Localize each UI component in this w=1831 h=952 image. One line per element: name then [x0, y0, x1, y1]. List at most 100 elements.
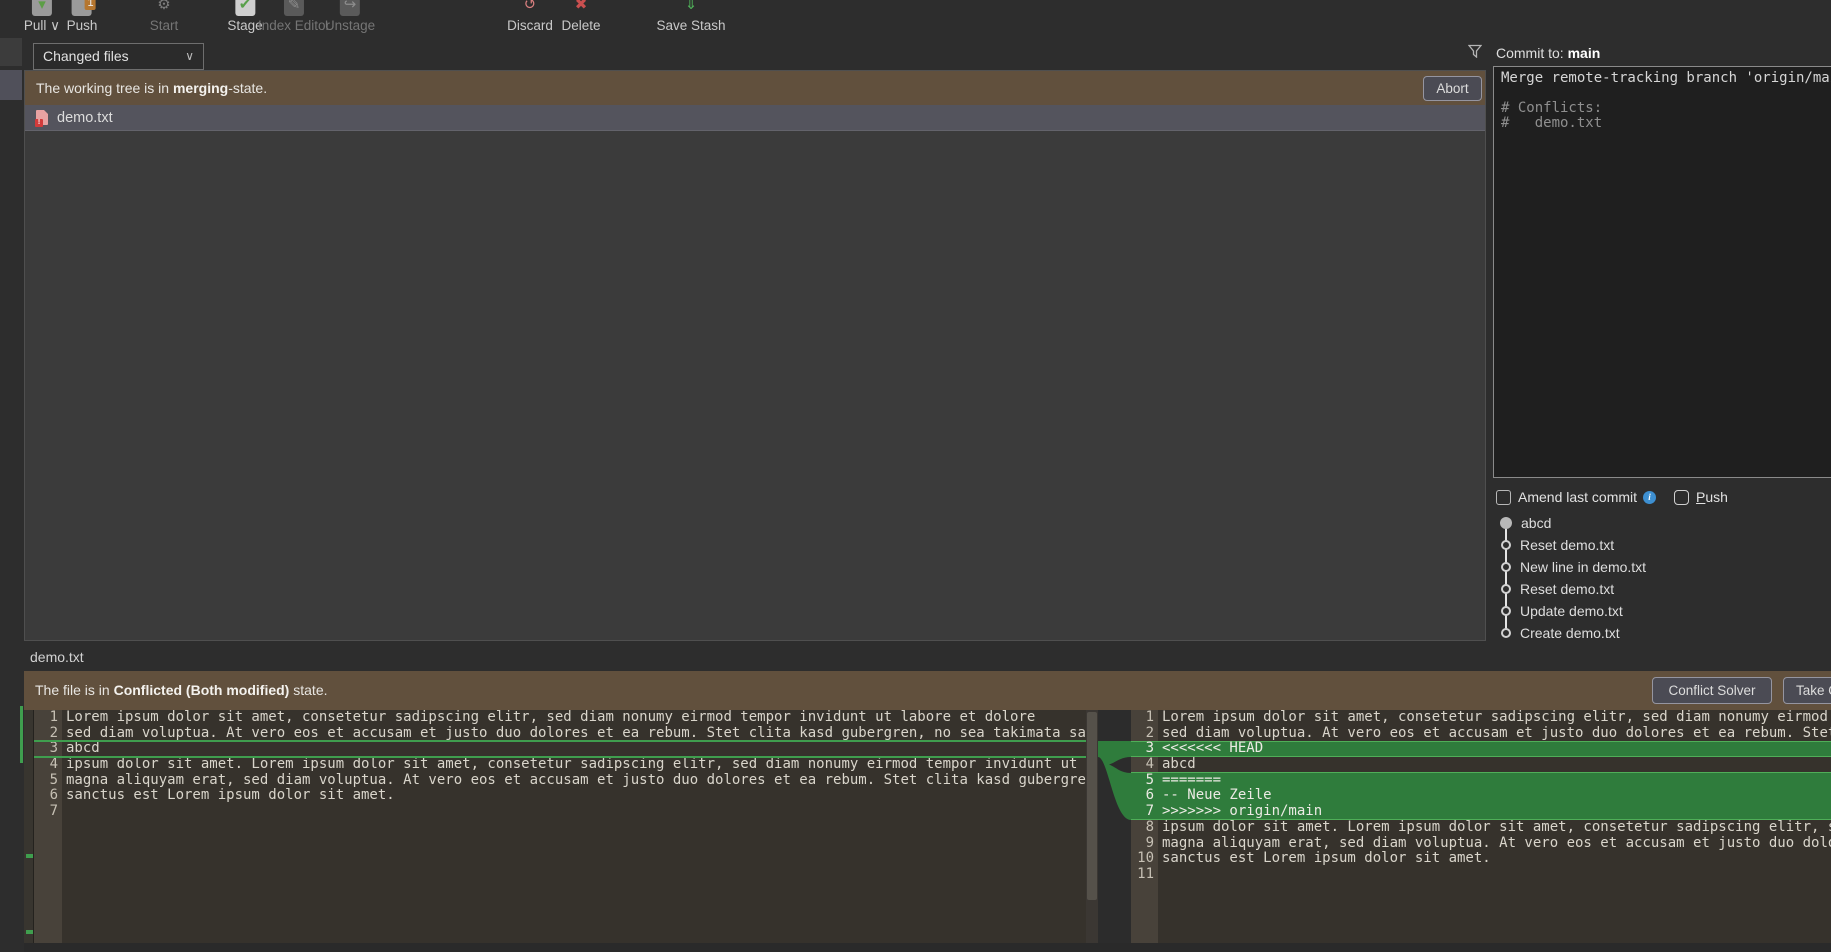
toolbar-item-unstage[interactable]: ↪Unstage [325, 0, 375, 38]
toolbar-item-save-stash[interactable]: ⇓Save Stash [656, 0, 725, 38]
commit-message-line: Merge remote-tracking branch 'origin/mai… [1501, 71, 1831, 86]
toolbar-item-label: Start [150, 18, 179, 33]
diff-left-text[interactable]: Lorem ipsum dolor sit amet, consetetur s… [62, 710, 1086, 952]
banner-state-word: merging [173, 80, 228, 96]
diff-line [1162, 867, 1831, 883]
commit-history-row[interactable]: Create demo.txt [1493, 622, 1831, 644]
diff-line: sanctus est Lorem ipsum dolor sit amet. [1162, 851, 1831, 867]
toolbar-item-discard[interactable]: ↺Discard [507, 0, 553, 38]
commit-node-current-icon [1500, 517, 1512, 529]
pull-icon-glyph: ▾ [32, 0, 52, 16]
conflict-marker-line [34, 740, 1086, 742]
push-checkbox[interactable] [1674, 490, 1689, 505]
delete-icon: ✖ [561, 0, 600, 17]
state-text-post: state. [289, 682, 327, 698]
file-state-banner: The file is in Conflicted (Both modified… [24, 671, 1831, 710]
toolbar-item-pull[interactable]: ▾ Pull ∨ [24, 0, 60, 38]
diff-line: <<<<<<< HEAD [1162, 741, 1831, 757]
diff-line-number: 9 [1131, 836, 1158, 852]
commit-history-list: abcd Reset demo.txt New line in demo.txt Re… [1493, 512, 1831, 644]
commit-history-row[interactable]: abcd [1493, 512, 1831, 534]
amend-last-commit-label: Amend last commit [1518, 489, 1637, 505]
toolbar-item-label: Pull ∨ [24, 18, 60, 34]
conflict-wedge [1098, 710, 1131, 952]
diff-line: ======= [1162, 773, 1831, 789]
push-label-mnemonic: P [1696, 489, 1705, 505]
changed-files-dropdown[interactable]: Changed files ∨ [33, 43, 204, 70]
diff-line [66, 804, 1086, 820]
banner-text: The working tree is in [36, 80, 173, 96]
discard-icon: ↺ [507, 0, 553, 17]
diff-line-number: 4 [1131, 757, 1158, 773]
commit-history-row[interactable]: Reset demo.txt [1493, 534, 1831, 556]
abort-button[interactable]: Abort [1423, 76, 1482, 101]
commit-message-editor[interactable]: Merge remote-tracking branch 'origin/mai… [1493, 66, 1831, 478]
take-button[interactable]: Take Ou [1783, 677, 1831, 704]
commit-node-icon [1501, 540, 1511, 550]
toolbar-item-label: Index Editor [258, 18, 330, 33]
diff-left-scrollbar[interactable] [1086, 710, 1098, 952]
commit-history-row[interactable]: Update demo.txt [1493, 600, 1831, 622]
push-label-rest: ush [1705, 489, 1728, 505]
diff-line: ipsum dolor sit amet. Lorem ipsum dolor … [1162, 820, 1831, 836]
commit-node-icon [1501, 562, 1511, 572]
edge-change-indicator [20, 706, 23, 763]
diff-line: Lorem ipsum dolor sit amet, consetetur s… [1162, 710, 1831, 726]
left-strip-block [0, 38, 22, 66]
diff-line-number: 11 [1131, 867, 1158, 883]
diff-line-number: 8 [1131, 820, 1158, 836]
toolbar-item-push[interactable]: 1Push [67, 0, 98, 38]
save-stash-icon: ⇓ [656, 0, 725, 17]
file-row-demo-txt[interactable]: ! demo.txt [25, 105, 1485, 131]
diff-line-number: 2 [1131, 726, 1158, 742]
diff-line: magna aliquyam erat, sed diam voluptua. … [1162, 836, 1831, 852]
conflict-solver-button[interactable]: Conflict Solver [1652, 677, 1772, 704]
diff-left-minimap[interactable] [24, 710, 34, 952]
push-icon: 1 [67, 0, 98, 17]
diff-left-line-numbers: 1234567 [34, 710, 62, 952]
state-text: The file is in [35, 682, 114, 698]
diff-line-number: 10 [1131, 851, 1158, 867]
minimap-change-mark [26, 930, 33, 934]
info-icon[interactable]: i [1643, 491, 1656, 504]
diff-line: sed diam voluptua. At vero eos et accusa… [1162, 726, 1831, 742]
commit-history-row[interactable]: Reset demo.txt [1493, 578, 1831, 600]
commit-branch-name: main [1568, 45, 1601, 61]
commit-message-label: Reset demo.txt [1520, 537, 1614, 553]
commit-message-label: Reset demo.txt [1520, 581, 1614, 597]
push-icon-glyph: 1 [72, 0, 92, 16]
commit-history-row[interactable]: New line in demo.txt [1493, 556, 1831, 578]
delete-icon-glyph: ✖ [571, 0, 591, 16]
toolbar-item-label: Discard [507, 18, 553, 33]
left-strip-block-selected[interactable] [0, 70, 22, 100]
amend-last-commit-checkbox[interactable] [1496, 490, 1511, 505]
diff-right-text[interactable]: Lorem ipsum dolor sit amet, consetetur s… [1158, 710, 1831, 952]
diff-line-number: 6 [34, 788, 62, 804]
diff-line: abcd [66, 741, 1086, 757]
start-gear-icon: ⚙ [150, 0, 179, 17]
diff-line: -- Neue Zeile [1162, 788, 1831, 804]
diff-line-number: 3 [34, 741, 62, 757]
changed-files-panel: The working tree is in merging-state. Ab… [24, 70, 1486, 641]
diff-horizontal-scroll-area[interactable] [24, 943, 1831, 952]
diff-line-number: 7 [1131, 804, 1158, 820]
unstage-icon: ↪ [325, 0, 375, 17]
diff-line-number: 6 [1131, 788, 1158, 804]
toolbar-item-delete[interactable]: ✖Delete [561, 0, 600, 38]
commit-message-line: # Conflicts: [1501, 101, 1831, 116]
diff-connector [1098, 710, 1131, 952]
changed-files-value: Changed files [43, 48, 129, 64]
commit-message-line [1501, 86, 1831, 101]
filter-funnel-icon[interactable] [1468, 44, 1482, 58]
toolbar-item-index-editor[interactable]: ✎Index Editor [258, 0, 330, 38]
toolbar-item-start[interactable]: ⚙Start [150, 0, 179, 38]
commit-node-icon [1501, 584, 1511, 594]
diff-line: ipsum dolor sit amet. Lorem ipsum dolor … [66, 757, 1086, 773]
push-label: Push [1696, 489, 1728, 505]
diff-file-label: demo.txt [30, 649, 84, 665]
conflict-marker-line [34, 756, 1086, 758]
scrollbar-thumb[interactable] [1087, 712, 1097, 900]
unstage-icon-glyph: ↪ [340, 0, 360, 16]
working-tree-state-banner: The working tree is in merging-state. Ab… [25, 71, 1485, 105]
commit-to-label: Commit to: main [1496, 45, 1600, 61]
